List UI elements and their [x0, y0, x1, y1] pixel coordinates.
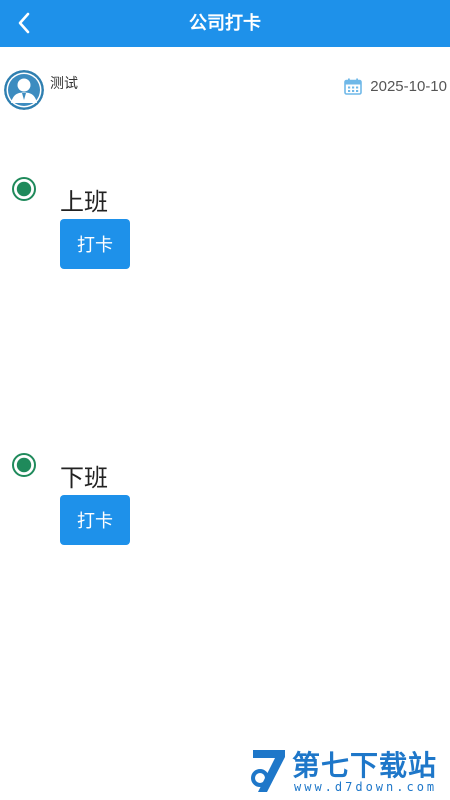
top-bar: 公司打卡	[0, 0, 450, 47]
punch-page: 公司打卡 测试 2025-10-10 上班 打卡 下班 打卡 第七下载站 www…	[0, 0, 450, 800]
clock-out-label: 下班	[60, 464, 108, 492]
user-name: 测试	[50, 76, 78, 92]
avatar[interactable]	[4, 70, 44, 110]
clock-in-label: 上班	[60, 188, 108, 216]
chevron-left-icon	[18, 12, 30, 34]
clock-in-section: 上班 打卡	[0, 170, 450, 270]
clock-in-button[interactable]: 打卡	[60, 219, 130, 269]
watermark: 第七下载站 www.d7down.com	[250, 744, 446, 798]
date-display: 2025-10-10	[344, 76, 447, 96]
date-text: 2025-10-10	[370, 77, 447, 95]
user-avatar-icon	[4, 70, 44, 110]
watermark-name: 第七下载站	[292, 749, 438, 782]
page-title: 公司打卡	[189, 13, 261, 34]
watermark-logo-icon	[251, 750, 285, 792]
calendar-icon	[344, 78, 363, 95]
back-button[interactable]	[6, 4, 42, 42]
clock-out-section: 下班 打卡	[0, 446, 450, 546]
watermark-url: www.d7down.com	[294, 780, 438, 794]
clock-out-button[interactable]: 打卡	[60, 495, 130, 545]
user-info-row: 测试 2025-10-10	[0, 68, 450, 116]
status-dot-icon	[12, 177, 36, 201]
status-dot-icon	[12, 453, 36, 477]
